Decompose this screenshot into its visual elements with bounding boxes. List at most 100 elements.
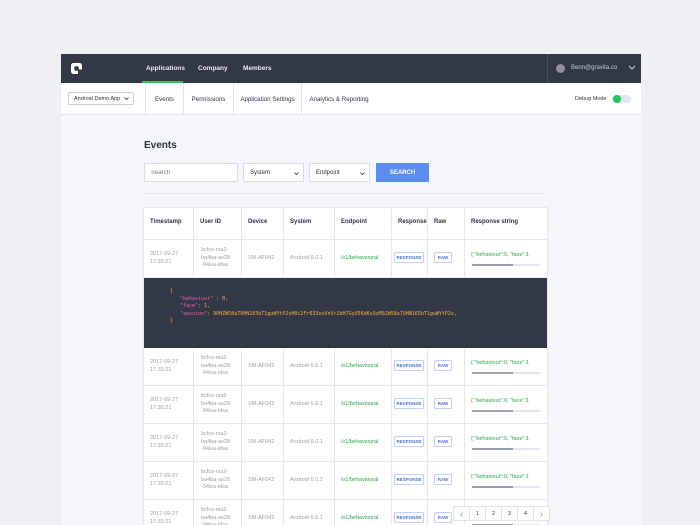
header-timestamp: Timestamp xyxy=(150,219,182,225)
raw-json-panel: {"behaviour" : 0, "face": 1, "session": 9P… xyxy=(144,278,547,348)
pagination-next[interactable] xyxy=(533,506,550,521)
scrollbar-thumb[interactable] xyxy=(472,372,513,374)
timestamp-cell: 2017-09-27 17:35:21 xyxy=(144,424,193,461)
header-raw: Raw xyxy=(427,208,464,239)
system-select[interactable]: System xyxy=(243,163,304,182)
tab-permissions[interactable]: Permissions xyxy=(183,83,233,114)
response-string-scrollbar[interactable] xyxy=(472,410,540,412)
response-string-scrollbar[interactable] xyxy=(472,486,540,488)
json-key: "behaviour" xyxy=(180,295,214,302)
tab-application-settings[interactable]: Application Settings xyxy=(233,83,301,114)
response-button[interactable]: RESPONSE xyxy=(394,512,424,523)
tab-events[interactable]: Events xyxy=(145,83,183,114)
chevron-down-icon xyxy=(294,172,299,176)
nav-company[interactable]: Company xyxy=(198,65,228,72)
user-id-line: bcfcs-rsa2- xyxy=(201,431,229,437)
pagination-prev[interactable] xyxy=(453,506,470,521)
header-user-id: User ID xyxy=(193,208,241,239)
json-brace: { xyxy=(170,288,174,294)
user-id-line: -94isa-idsa xyxy=(201,370,228,376)
sub-navbar: Android Demo App Events Permissions Appl… xyxy=(61,83,641,115)
response-string-cell: { "behaviour":0, "face":1 xyxy=(464,240,547,277)
pagination-page-1[interactable]: 1 xyxy=(469,506,486,521)
response-string-scrollbar[interactable] xyxy=(472,264,540,266)
system-cell: Android 6.0.1 xyxy=(283,462,334,499)
response-cell: RESPONSE xyxy=(391,386,427,423)
scrollbar-thumb[interactable] xyxy=(472,264,513,266)
response-button[interactable]: RESPONSE xyxy=(394,436,424,447)
user-id-cell: bcfcs-rsa2- ba4ba-as28 -94isa-idsa xyxy=(193,386,241,423)
search-button[interactable]: SEARCH xyxy=(376,163,429,182)
endpoint-select[interactable]: Endpoint xyxy=(309,163,370,182)
header-endpoint: Endpoint xyxy=(334,208,391,239)
response-cell: RESPONSE xyxy=(391,240,427,277)
raw-cell: RAW xyxy=(427,424,464,461)
pagination-page-3[interactable]: 3 xyxy=(501,506,518,521)
user-id-cell: bcfcs-rsa2- ba4ba-as28 -94isa-idsa xyxy=(193,500,241,525)
user-id-line: bcfcs-rsa2- xyxy=(201,247,229,253)
raw-button[interactable]: RAW xyxy=(434,512,452,523)
raw-button[interactable]: RAW xyxy=(434,252,452,263)
raw-button[interactable]: RAW xyxy=(434,360,452,371)
search-input[interactable] xyxy=(144,163,238,182)
endpoint-cell: /v1/behavioural xyxy=(334,500,391,525)
raw-button[interactable]: RAW xyxy=(434,398,452,409)
response-cell: RESPONSE xyxy=(391,500,427,525)
response-button[interactable]: RESPONSE xyxy=(394,474,424,485)
pagination-page-4[interactable]: 4 xyxy=(517,506,534,521)
chevron-right-icon xyxy=(540,512,544,517)
response-button[interactable]: RESPONSE xyxy=(394,360,424,371)
raw-cell: RAW xyxy=(427,240,464,277)
app-logo-icon[interactable] xyxy=(71,63,82,74)
endpoint-cell: /v1/behavioural xyxy=(334,386,391,423)
app-select[interactable]: Android Demo App xyxy=(68,92,134,105)
pagination-page-2[interactable]: 2 xyxy=(485,506,502,521)
response-string-text: { "behaviour":0, "face":1 xyxy=(471,252,529,258)
device-cell: SM-AF042 xyxy=(241,348,283,385)
user-id-line: ba4ba-as28 xyxy=(201,514,231,521)
app-select-value: Android Demo App xyxy=(74,96,121,102)
timestamp-date: 2017-09-27 xyxy=(150,251,179,257)
user-menu[interactable]: Benn@gravita.co xyxy=(547,54,641,83)
response-string-text: { "behaviour":0, "face":1 xyxy=(471,398,529,404)
device-cell: SM-AF042 xyxy=(241,462,283,499)
response-string-cell: { "behaviour":0, "face":1 xyxy=(464,386,547,423)
raw-button[interactable]: RAW xyxy=(434,436,452,447)
user-id-line: ba4ba-as28 xyxy=(201,438,231,445)
system-cell: Android 6.0.1 xyxy=(283,348,334,385)
chevron-left-icon xyxy=(459,512,463,517)
timestamp-date: 2017-09-27 xyxy=(150,359,179,365)
timestamp-cell: 2017-09-27 17:35:21 xyxy=(144,386,193,423)
header-response: Response xyxy=(391,208,427,239)
endpoint-select-value: Endpoint xyxy=(316,170,340,176)
scrollbar-thumb[interactable] xyxy=(472,486,513,488)
response-string-cell: { "behaviour":0, "face":1 xyxy=(464,424,547,461)
user-id-line: bcfcs-rsa2- xyxy=(201,507,229,513)
response-button[interactable]: RESPONSE xyxy=(394,252,424,263)
scrollbar-thumb[interactable] xyxy=(472,410,513,412)
nav-members[interactable]: Members xyxy=(243,65,272,72)
timestamp-date: 2017-09-27 xyxy=(150,473,179,479)
response-string-text: { "behaviour":0, "face":1 xyxy=(471,474,529,480)
timestamp-time: 17:35:21 xyxy=(150,367,172,373)
user-id-line: -94isa-idsa xyxy=(201,446,228,452)
json-line: } xyxy=(170,318,173,326)
scrollbar-thumb[interactable] xyxy=(472,448,513,450)
tab-analytics-reporting[interactable]: Analytics & Reporting xyxy=(301,83,376,114)
response-string-scrollbar[interactable] xyxy=(472,372,540,374)
response-string-scrollbar[interactable] xyxy=(472,448,540,450)
debug-mode-toggle[interactable] xyxy=(612,95,631,103)
chevron-down-icon[interactable] xyxy=(628,63,636,71)
response-button[interactable]: RESPONSE xyxy=(394,398,424,409)
table-row: 2017-09-27 17:35:21 bcfcs-rsa2- ba4ba-as28-… xyxy=(144,240,547,278)
user-email: Benn@gravita.co xyxy=(571,65,618,71)
toggle-knob xyxy=(613,95,621,103)
nav-applications[interactable]: Applications xyxy=(146,65,185,72)
tab-analytics-reporting-label: Analytics & Reporting xyxy=(309,96,369,103)
response-string-text: { "behaviour":0, "face":1 xyxy=(471,360,529,366)
user-id-line: -94isa-idsa xyxy=(201,484,228,490)
json-line: "behaviour" : 0, xyxy=(180,296,228,304)
endpoint-cell: /v1/behavioural xyxy=(334,462,391,499)
timestamp-date: 2017-09-27 xyxy=(150,397,179,403)
raw-button[interactable]: RAW xyxy=(434,474,452,485)
